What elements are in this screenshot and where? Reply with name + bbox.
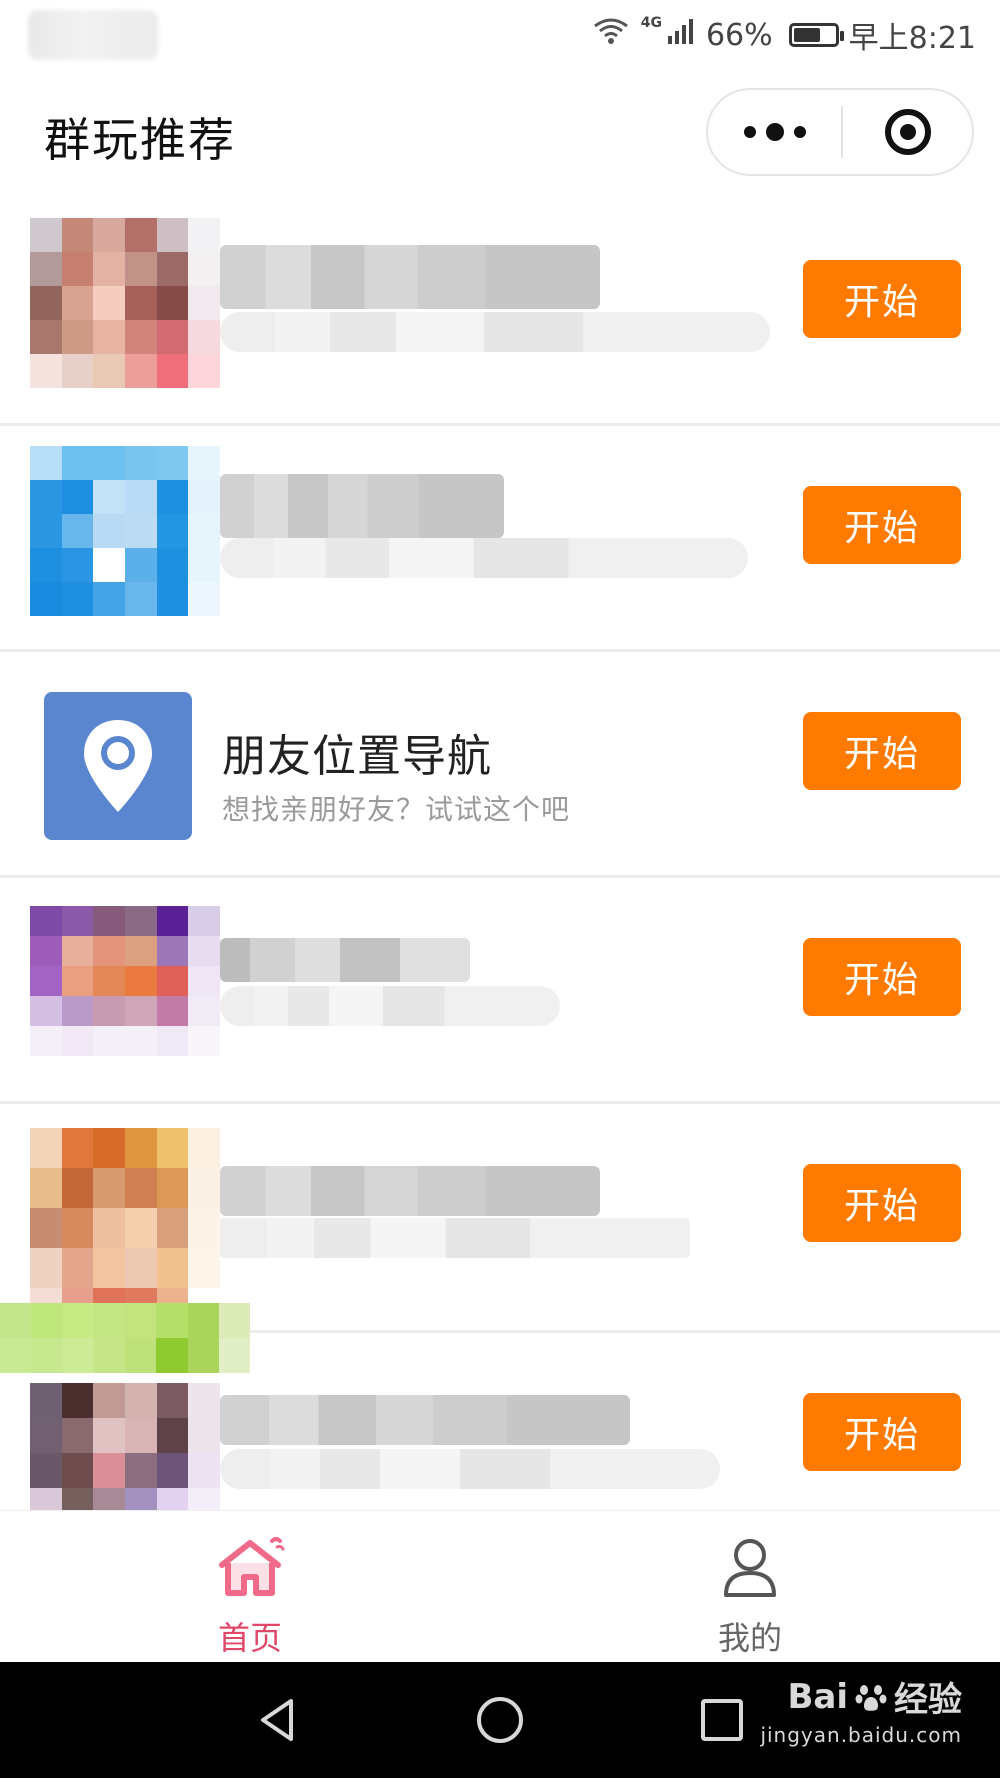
close-miniprogram-button[interactable] <box>843 90 972 174</box>
mini-program-capsule <box>706 88 974 176</box>
item-desc-blurred <box>220 986 560 1026</box>
start-button[interactable]: 开始 <box>803 486 961 564</box>
system-nav-bar: Bai 经验 jingyan.baidu.com <box>0 1662 1000 1778</box>
wifi-icon <box>591 16 631 54</box>
item-description: 想找亲朋好友？试试这个吧 <box>222 793 571 826</box>
tab-mine-label: 我的 <box>717 1619 782 1657</box>
back-button[interactable] <box>218 1662 338 1778</box>
tab-mine[interactable]: 我的 <box>600 1511 900 1663</box>
battery-icon <box>788 23 844 47</box>
list-item[interactable]: 开始 <box>0 1104 1000 1330</box>
circle-home-icon <box>477 1697 523 1743</box>
start-button[interactable]: 开始 <box>803 712 961 790</box>
target-close-icon <box>884 109 931 155</box>
item-icon-blurred <box>30 1128 220 1328</box>
start-button[interactable]: 开始 <box>803 1393 961 1471</box>
item-desc-blurred <box>220 538 748 578</box>
more-dot-icon <box>743 126 756 138</box>
triangle-back-icon <box>261 1699 293 1741</box>
location-pin-icon <box>44 692 192 840</box>
watermark-url: jingyan.baidu.com <box>760 1723 962 1747</box>
tab-home-label: 首页 <box>217 1619 282 1657</box>
item-icon-blurred <box>30 446 220 616</box>
item-icon-blurred <box>30 906 220 1056</box>
bottom-tab-bar: 首页 我的 <box>0 1510 1000 1663</box>
start-button[interactable]: 开始 <box>803 938 961 1016</box>
clock: 早上8:21 <box>848 21 976 56</box>
watermark-brand-suffix: 经验 <box>894 1680 962 1720</box>
network-type: 4G <box>640 15 662 31</box>
status-left-blurred <box>28 10 158 60</box>
status-icons: 4G 66% 早上8:21 <box>591 12 976 58</box>
item-title-blurred <box>220 1395 630 1445</box>
item-desc-blurred <box>220 1449 720 1489</box>
item-title-blurred <box>220 474 504 538</box>
item-icon-blurred <box>30 218 220 388</box>
start-button[interactable]: 开始 <box>803 1164 961 1242</box>
user-icon <box>714 1531 786 1603</box>
signal-icon <box>666 16 696 54</box>
item-title-blurred <box>220 245 600 309</box>
list-item[interactable]: 开始 <box>0 200 1000 426</box>
status-bar: 4G 66% 早上8:21 <box>0 0 1000 70</box>
list-item-friend-location[interactable]: 朋友位置导航 想找亲朋好友？试试这个吧 开始 <box>0 652 1000 878</box>
header: 群玩推荐 <box>0 70 1000 200</box>
home-button[interactable] <box>440 1662 560 1778</box>
square-recent-icon <box>701 1699 743 1741</box>
more-button[interactable] <box>708 90 841 174</box>
item-icon-blurred-overlay <box>0 1303 250 1373</box>
list-item[interactable]: 开始 <box>0 426 1000 652</box>
start-button[interactable]: 开始 <box>803 260 961 338</box>
item-desc-blurred <box>220 312 770 352</box>
more-dot-icon <box>793 126 806 138</box>
item-name: 朋友位置导航 <box>222 731 492 782</box>
battery-level <box>793 28 820 42</box>
item-desc-blurred <box>220 1218 690 1258</box>
page-title: 群玩推荐 <box>44 113 236 167</box>
more-dot-icon <box>765 123 784 141</box>
home-icon <box>214 1531 286 1603</box>
item-icon-blurred <box>30 1383 220 1523</box>
game-list: 开始 开始 朋友位置导航 想找亲朋好友？试试这个吧 开始 开始 开始 开始 <box>0 200 1000 1556</box>
baidu-jingyan-watermark: Bai 经验 jingyan.baidu.com <box>760 1672 962 1748</box>
item-title-blurred <box>220 1166 600 1216</box>
battery-percent: 66% <box>705 17 773 53</box>
watermark-brand: Bai <box>787 1676 848 1717</box>
item-title-blurred <box>220 938 470 982</box>
watermark-logo: Bai 经验 <box>787 1672 962 1721</box>
paw-icon <box>855 1684 887 1711</box>
tab-home[interactable]: 首页 <box>100 1511 400 1663</box>
list-item[interactable]: 开始 <box>0 878 1000 1104</box>
